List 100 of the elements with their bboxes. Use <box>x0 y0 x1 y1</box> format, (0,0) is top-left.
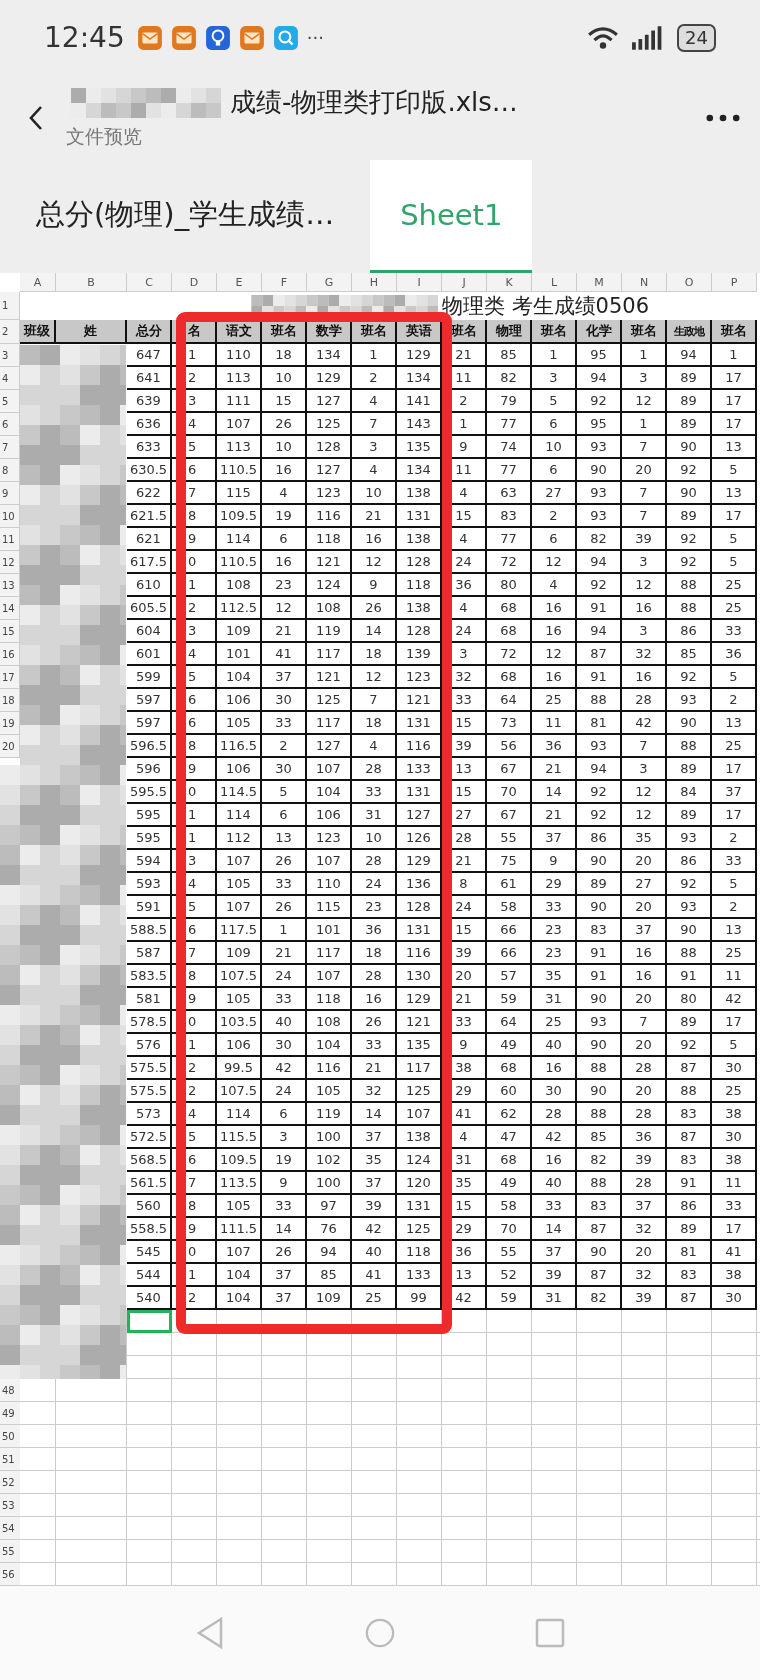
table-cell: 118 <box>397 574 442 597</box>
table-cell: 4 <box>532 574 577 597</box>
column-header[interactable]: C <box>127 273 172 292</box>
table-cell: 6 <box>262 804 307 827</box>
table-cell: 73 <box>487 712 532 735</box>
table-cell: 20 <box>622 1241 667 1264</box>
table-cell: 15 <box>262 390 307 413</box>
column-header[interactable]: G <box>307 273 352 292</box>
column-header[interactable]: N <box>622 273 667 292</box>
table-cell: 16 <box>622 597 667 620</box>
column-header[interactable]: J <box>442 273 487 292</box>
table-cell: 4 <box>352 390 397 413</box>
column-header[interactable]: L <box>532 273 577 292</box>
table-cell: 104 <box>217 1264 262 1287</box>
more-icon[interactable] <box>706 113 740 122</box>
row-header[interactable]: 9 <box>0 482 20 505</box>
table-cell: 13 <box>712 919 757 942</box>
row-header[interactable]: 50 <box>0 1425 20 1448</box>
row-header[interactable]: 53 <box>0 1494 20 1517</box>
row-header[interactable]: 55 <box>0 1540 20 1563</box>
table-header-cell: 语文 <box>217 320 262 344</box>
table-cell: 117 <box>307 942 352 965</box>
table-cell: 107.5 <box>217 1080 262 1103</box>
row-header[interactable]: 56 <box>0 1563 20 1586</box>
table-cell: 99.5 <box>217 1057 262 1080</box>
table-cell: 18 <box>262 344 307 367</box>
file-title: 成绩-物理类打印版.xls… <box>230 86 518 119</box>
row-header[interactable]: 8 <box>0 459 20 482</box>
table-cell: 33 <box>532 896 577 919</box>
table-cell: 24 <box>442 551 487 574</box>
column-header[interactable]: B <box>56 273 127 292</box>
table-cell: 85 <box>487 344 532 367</box>
table-cell: 94 <box>577 758 622 781</box>
row-header[interactable]: 1 <box>0 292 20 320</box>
row-header[interactable]: 51 <box>0 1448 20 1471</box>
row-header[interactable]: 12 <box>0 551 20 574</box>
table-cell: 82 <box>487 367 532 390</box>
table-cell: 5 <box>712 666 757 689</box>
table-cell: 9 <box>262 1172 307 1195</box>
table-cell: 88 <box>577 689 622 712</box>
row-header[interactable]: 20 <box>0 735 20 758</box>
row-header[interactable]: 6 <box>0 413 20 436</box>
row-header[interactable]: 4 <box>0 367 20 390</box>
envelope-icon <box>170 24 197 51</box>
table-cell: 107.5 <box>217 965 262 988</box>
table-cell: 39 <box>352 1195 397 1218</box>
table-cell: 89 <box>667 505 712 528</box>
column-header[interactable]: M <box>577 273 622 292</box>
column-header[interactable]: K <box>487 273 532 292</box>
row-header[interactable]: 13 <box>0 574 20 597</box>
column-header[interactable]: F <box>262 273 307 292</box>
table-cell: 70 <box>487 1218 532 1241</box>
row-header[interactable]: 7 <box>0 436 20 459</box>
table-cell: 39 <box>622 1287 667 1310</box>
table-cell: 7 <box>352 413 397 436</box>
table-cell: 127 <box>397 804 442 827</box>
table-cell: 83 <box>487 505 532 528</box>
row-header[interactable]: 14 <box>0 597 20 620</box>
row-header[interactable]: 11 <box>0 528 20 551</box>
row-header[interactable]: 54 <box>0 1517 20 1540</box>
table-cell: 4 <box>262 482 307 505</box>
table-cell: 129 <box>397 988 442 1011</box>
row-header[interactable]: 15 <box>0 620 20 643</box>
table-header-cell: 化学 <box>577 320 622 344</box>
table-header-cell: 班名 <box>262 320 307 344</box>
table-cell: 1 <box>532 344 577 367</box>
column-header[interactable]: O <box>667 273 712 292</box>
column-header[interactable]: H <box>352 273 397 292</box>
row-header[interactable]: 17 <box>0 666 20 689</box>
table-cell: 91 <box>577 942 622 965</box>
recents-icon[interactable] <box>535 1617 565 1649</box>
table-cell: 92 <box>577 390 622 413</box>
table-cell: 11 <box>712 965 757 988</box>
row-header[interactable]: 48 <box>0 1379 20 1402</box>
column-header[interactable]: P <box>712 273 757 292</box>
table-cell: 8 <box>172 735 217 758</box>
table-cell: 83 <box>667 1103 712 1126</box>
table-cell: 93 <box>577 1011 622 1034</box>
table-cell: 55 <box>487 827 532 850</box>
home-icon[interactable] <box>365 1617 395 1649</box>
column-header[interactable]: A <box>20 273 56 292</box>
table-cell: 90 <box>577 850 622 873</box>
row-header[interactable]: 5 <box>0 390 20 413</box>
column-header[interactable]: E <box>217 273 262 292</box>
table-header-cell: 班名 <box>352 320 397 344</box>
row-header[interactable]: 49 <box>0 1402 20 1425</box>
table-cell: 106 <box>217 689 262 712</box>
row-header[interactable]: 2 <box>0 320 20 344</box>
row-header[interactable]: 16 <box>0 643 20 666</box>
row-header[interactable]: 3 <box>0 344 20 367</box>
table-cell: 92 <box>667 459 712 482</box>
row-header[interactable]: 52 <box>0 1471 20 1494</box>
row-header[interactable]: 18 <box>0 689 20 712</box>
table-cell: 131 <box>397 781 442 804</box>
row-header[interactable]: 19 <box>0 712 20 735</box>
column-header[interactable]: D <box>172 273 217 292</box>
table-cell: 92 <box>667 873 712 896</box>
column-header[interactable]: I <box>397 273 442 292</box>
row-header[interactable]: 10 <box>0 505 20 528</box>
selected-cell[interactable] <box>127 1310 172 1333</box>
